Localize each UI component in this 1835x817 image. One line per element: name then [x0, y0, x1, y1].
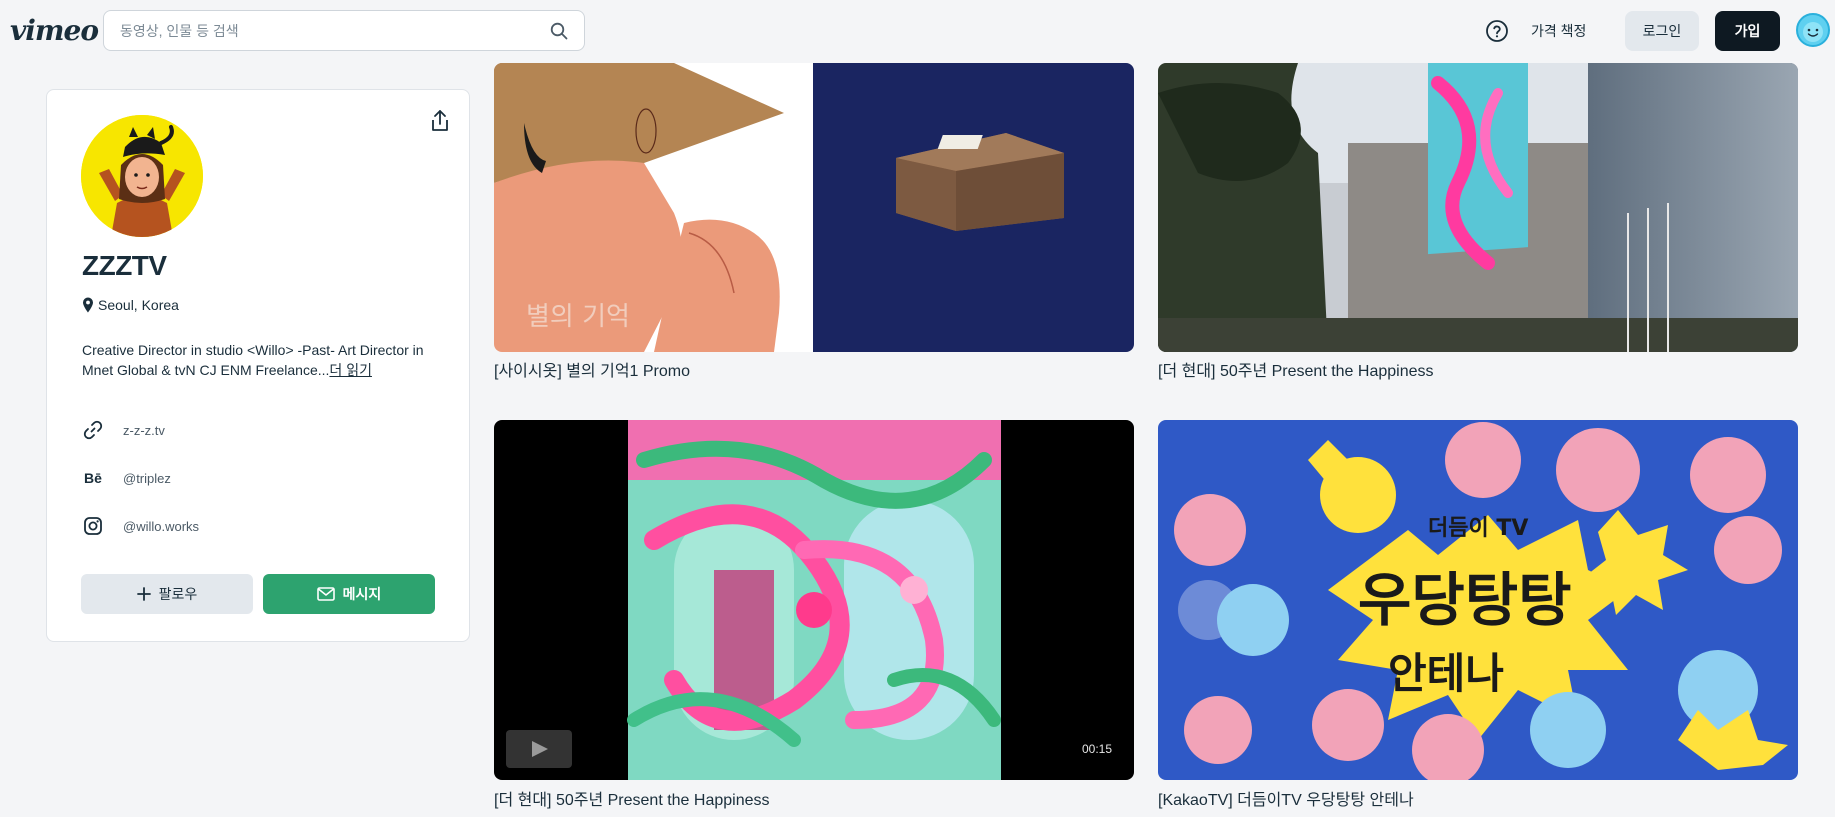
profile-avatar: [81, 115, 203, 237]
thumb-title-text: 별의 기억: [526, 302, 630, 332]
video-duration: 00:15: [1081, 742, 1112, 756]
follow-button[interactable]: 팔로우: [81, 574, 253, 614]
play-icon: [532, 741, 548, 757]
website-text: z-z-z.tv: [123, 422, 165, 438]
behance-icon: Bē: [84, 470, 102, 486]
top-nav: vimeo 가격 책정 로그인 가입: [0, 0, 1835, 62]
instagram-link[interactable]: @willo.works: [82, 514, 442, 538]
instagram-text: @willo.works: [123, 518, 200, 534]
share-icon[interactable]: [428, 108, 452, 134]
video-title[interactable]: [더 현대] 50주년 Present the Happiness: [1158, 357, 1434, 381]
video-thumbnail[interactable]: 00:15: [494, 420, 1134, 780]
search-box[interactable]: [103, 10, 585, 51]
video-title[interactable]: [더 현대] 50주년 Present the Happiness: [494, 786, 770, 810]
behance-text: @triplez: [123, 470, 171, 486]
video-thumbnail[interactable]: 더듬이 TV 우당탕탕 안테나: [1158, 420, 1798, 780]
profile-name: ZZZTV: [82, 250, 167, 281]
video-title[interactable]: [KakaoTV] 더듬이TV 우당탕탕 안테나: [1158, 786, 1414, 810]
join-button[interactable]: 가입: [1715, 11, 1780, 51]
video-thumbnail[interactable]: 별의 기억: [494, 63, 1134, 352]
thumb-text-2: 우당탕탕: [1358, 566, 1571, 634]
location-text: Seoul, Korea: [98, 297, 179, 313]
video-thumbnail[interactable]: [1158, 63, 1798, 352]
profile-card: ZZZTV Seoul, Korea Creative Director in …: [46, 89, 470, 642]
search-icon[interactable]: [550, 22, 568, 40]
help-icon[interactable]: [1485, 19, 1509, 43]
search-input[interactable]: [120, 20, 520, 42]
thumb-text-3: 안테나: [1388, 649, 1504, 698]
vimeo-logo[interactable]: vimeo: [10, 14, 99, 47]
pricing-link[interactable]: 가격 책정: [1531, 21, 1586, 41]
follow-label: 팔로우: [158, 586, 198, 602]
bio-text: Creative Director in studio <Willo> -Pas…: [82, 342, 424, 378]
video-title[interactable]: [사이시옷] 별의 기억1 Promo: [494, 357, 690, 381]
website-link[interactable]: z-z-z.tv: [82, 418, 442, 442]
play-button[interactable]: [506, 730, 572, 768]
plus-icon: [136, 587, 151, 601]
login-button[interactable]: 로그인: [1625, 11, 1699, 51]
link-icon: [82, 419, 104, 441]
instagram-icon: [82, 515, 104, 537]
profile-location: Seoul, Korea: [82, 297, 179, 313]
read-more-link[interactable]: 더 읽기: [329, 362, 372, 378]
mail-icon: [316, 587, 335, 601]
behance-link[interactable]: Bē @triplez: [82, 466, 442, 490]
user-avatar-icon[interactable]: [1796, 13, 1830, 47]
message-label: 메시지: [342, 586, 382, 602]
message-button[interactable]: 메시지: [263, 574, 435, 614]
profile-bio: Creative Director in studio <Willo> -Pas…: [82, 340, 442, 380]
thumb-text-1: 더듬이 TV: [1428, 516, 1528, 541]
location-pin-icon: [83, 297, 93, 313]
